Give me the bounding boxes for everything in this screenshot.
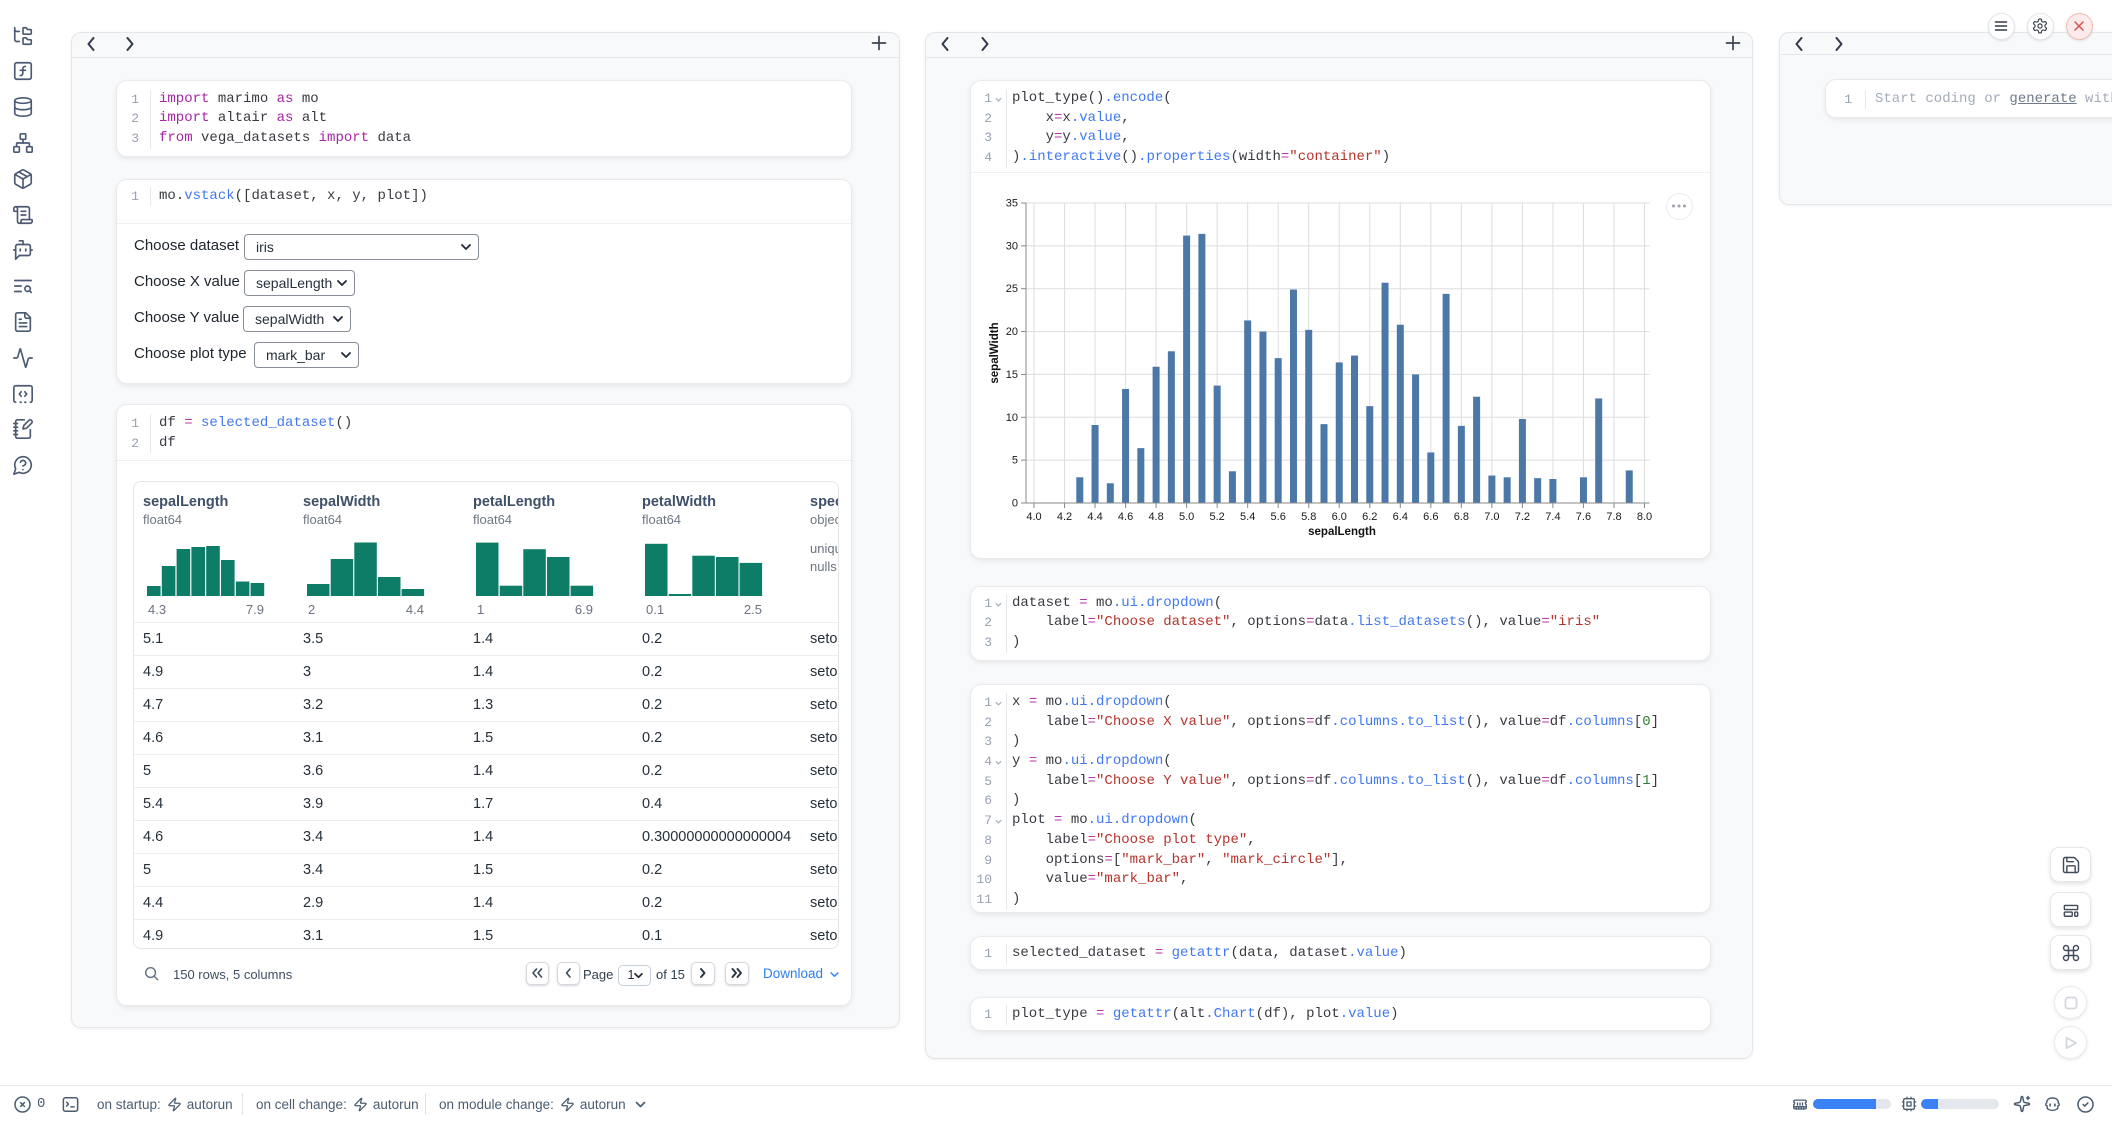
svg-text:5: 5 [1012, 455, 1018, 467]
svg-text:5.0: 5.0 [1179, 511, 1194, 523]
svg-text:7.0: 7.0 [1484, 511, 1499, 523]
svg-text:7.6: 7.6 [1576, 511, 1591, 523]
svg-text:sepalLength: sepalLength [1308, 526, 1376, 538]
svg-text:4.2: 4.2 [1057, 511, 1072, 523]
svg-text:5.2: 5.2 [1210, 511, 1225, 523]
svg-text:0: 0 [1012, 498, 1018, 510]
svg-text:20: 20 [1006, 326, 1018, 338]
svg-text:5.6: 5.6 [1271, 511, 1286, 523]
svg-text:25: 25 [1006, 283, 1018, 295]
svg-text:6.4: 6.4 [1393, 511, 1408, 523]
svg-text:15: 15 [1006, 369, 1018, 381]
svg-text:6.2: 6.2 [1362, 511, 1377, 523]
svg-text:4.0: 4.0 [1026, 511, 1041, 523]
svg-text:35: 35 [1006, 198, 1018, 210]
svg-text:7.4: 7.4 [1545, 511, 1560, 523]
svg-text:6.6: 6.6 [1423, 511, 1438, 523]
svg-text:30: 30 [1006, 240, 1018, 252]
svg-text:4.4: 4.4 [1087, 511, 1102, 523]
svg-text:4.8: 4.8 [1148, 511, 1163, 523]
svg-text:8.0: 8.0 [1637, 511, 1652, 523]
svg-text:10: 10 [1006, 412, 1018, 424]
svg-text:6.0: 6.0 [1332, 511, 1347, 523]
svg-text:7.2: 7.2 [1515, 511, 1530, 523]
svg-text:5.4: 5.4 [1240, 511, 1255, 523]
svg-text:7.8: 7.8 [1606, 511, 1621, 523]
svg-text:6.8: 6.8 [1454, 511, 1469, 523]
svg-text:4.6: 4.6 [1118, 511, 1133, 523]
svg-text:sepalWidth: sepalWidth [989, 322, 1001, 383]
svg-text:5.8: 5.8 [1301, 511, 1316, 523]
